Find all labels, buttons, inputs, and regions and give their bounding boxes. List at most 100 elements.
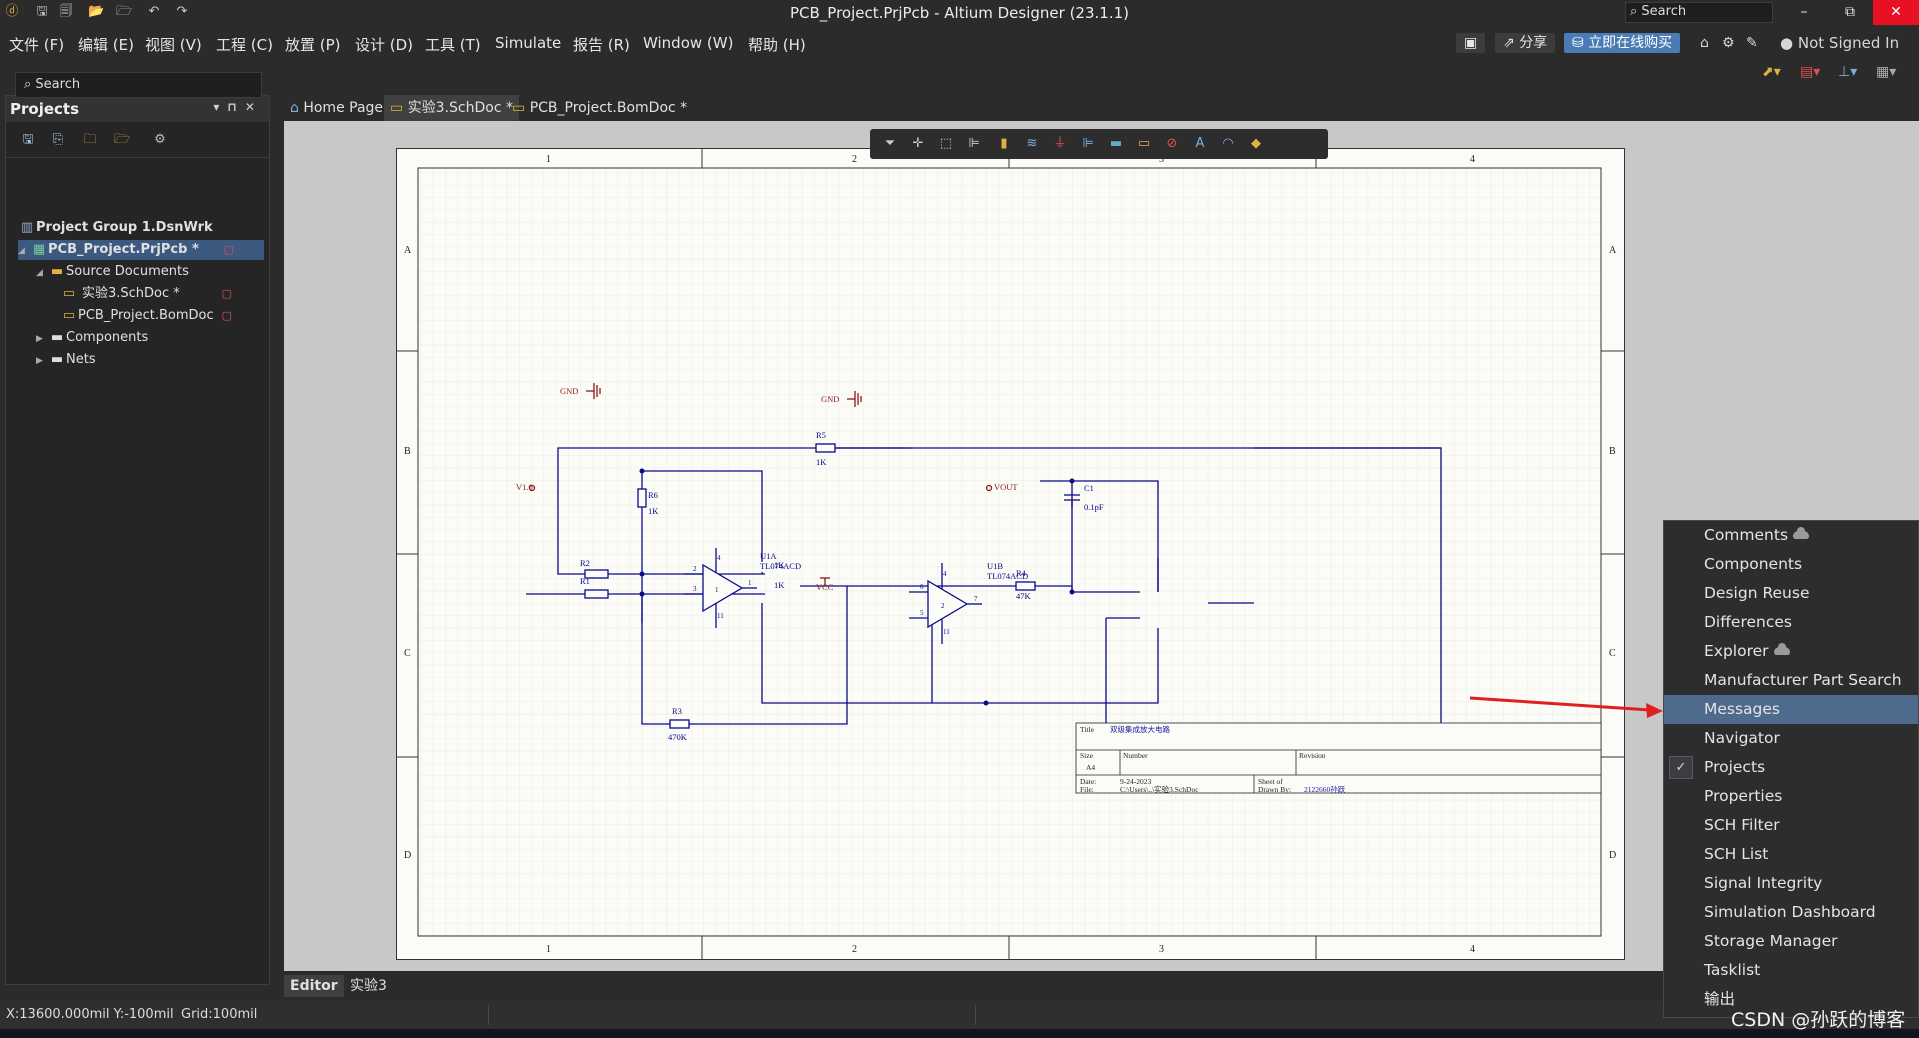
align-tool-icon[interactable]: ⊥▾ [1838, 64, 1857, 80]
user-account-button[interactable]: ● Not Signed In [1780, 34, 1899, 52]
search-placeholder: Search [1641, 4, 1687, 19]
part-value: 470K [668, 732, 688, 742]
row-label: D [1609, 850, 1616, 861]
wrench-icon[interactable]: ✎ [1746, 35, 1758, 51]
part-icon[interactable]: ▮ [994, 135, 1014, 153]
svg-text:1: 1 [715, 586, 719, 594]
save-project-icon[interactable]: 🖫 [20, 132, 36, 148]
port-icon[interactable]: ▭ [1134, 135, 1154, 153]
panel-controls[interactable]: ▾⊓✕ [213, 100, 263, 114]
menu-place[interactable]: 放置 (P) [285, 34, 341, 55]
open-folder-icon[interactable]: 🗀 [82, 132, 98, 148]
minimize-button[interactable]: – [1781, 0, 1827, 25]
sheet-symbol-icon[interactable]: ▬ [1106, 135, 1126, 153]
comment-button[interactable]: ▣ [1456, 33, 1486, 53]
schematic-drawing[interactable]: 1 2 3 4 1 2 3 4 A B C D A B C D R5 1K R6… [396, 148, 1625, 960]
tree-label: 实验3.SchDoc * [82, 286, 180, 301]
tree-item-components[interactable]: ▶ ▬ Components [36, 328, 286, 348]
menu-item-sch-filter[interactable]: SCH Filter [1664, 811, 1918, 840]
move-icon[interactable]: ✛ [908, 135, 928, 153]
grid-size: Grid:100mil [181, 1007, 258, 1022]
tree-item-source-documents[interactable]: ◢ ▬ Source Documents [36, 262, 286, 282]
harness-icon[interactable]: ◆ [1246, 135, 1266, 153]
tab-home-page[interactable]: ⌂ Home Page [284, 95, 389, 121]
copy-icon[interactable]: ⎘ [50, 132, 66, 148]
menu-tools[interactable]: 工具 (T) [425, 34, 481, 55]
gear-icon[interactable]: ⚙ [1722, 35, 1735, 51]
global-search-input[interactable]: ⌕ Search [1625, 2, 1773, 23]
restore-button[interactable]: ⧉ [1827, 0, 1873, 25]
menu-item-sch-list[interactable]: SCH List [1664, 840, 1918, 869]
add-folder-icon[interactable]: 🗁 [114, 132, 130, 148]
no-erc-icon[interactable]: ⊘ [1162, 135, 1182, 153]
panels-menu: Comments Components Design Reuse Differe… [1663, 520, 1919, 1018]
menu-item-messages[interactable]: Messages [1664, 695, 1918, 724]
menu-item-simulation-dashboard[interactable]: Simulation Dashboard [1664, 898, 1918, 927]
filter-icon[interactable]: ⏷ [880, 135, 900, 153]
tree-item-bomdoc[interactable]: ▭ PCB_Project.BomDoc ▢ [60, 306, 264, 326]
menu-window[interactable]: Window (W) [643, 34, 733, 52]
menu-item-manufacturer-part-search[interactable]: Manufacturer Part Search [1664, 666, 1918, 695]
bus-icon[interactable]: ⊫ [1078, 135, 1098, 153]
menu-reports[interactable]: 报告 (R) [573, 34, 630, 55]
tab-sheet[interactable]: 实验3 [344, 975, 393, 997]
share-label: 分享 [1519, 35, 1548, 51]
expand-arrow-icon[interactable]: ▶ [36, 351, 48, 371]
tree-label: Project Group 1.DsnWrk [36, 220, 213, 235]
chart-tool-icon[interactable]: ⬈▾ [1762, 64, 1781, 80]
menu-bar: 文件 (F) 编辑 (E) 视图 (V) 工程 (C) 放置 (P) 设计 (D… [0, 26, 1919, 80]
menu-project[interactable]: 工程 (C) [216, 34, 273, 55]
menu-design[interactable]: 设计 (D) [355, 34, 413, 55]
menu-view[interactable]: 视图 (V) [145, 34, 202, 55]
menu-file[interactable]: 文件 (F) [9, 34, 64, 55]
select-icon[interactable]: ⬚ [936, 135, 956, 153]
share-button[interactable]: ⇗ 分享 [1495, 33, 1556, 53]
menu-item-navigator[interactable]: Navigator [1664, 724, 1918, 753]
tab-label: PCB_Project.BomDoc * [529, 100, 688, 116]
grid-tool-icon[interactable]: ▦▾ [1876, 64, 1896, 80]
schematic-doc-icon: ▭ [62, 286, 76, 301]
menu-help[interactable]: 帮助 (H) [748, 34, 806, 55]
projects-search-input[interactable]: ⌕ Search [15, 72, 262, 98]
menu-item-design-reuse[interactable]: Design Reuse [1664, 579, 1918, 608]
menu-item-tasklist[interactable]: Tasklist [1664, 956, 1918, 985]
menu-simulate[interactable]: Simulate [495, 34, 561, 52]
row-label: B [1609, 446, 1616, 457]
expand-arrow-icon[interactable]: ▶ [36, 329, 48, 349]
tree-item-nets[interactable]: ▶ ▬ Nets [36, 350, 286, 370]
menu-item-explorer[interactable]: Explorer [1664, 637, 1918, 666]
tree-item-pcb-project[interactable]: ◢ ▦ PCB_Project.PrjPcb * ▢ [18, 240, 264, 260]
gnd-label: GND [821, 394, 839, 404]
menu-item-components[interactable]: Components [1664, 550, 1918, 579]
tree-item-schdoc[interactable]: ▭ 实验3.SchDoc * ▢ [60, 284, 264, 304]
tab-bomdoc[interactable]: ▭ PCB_Project.BomDoc * [506, 95, 693, 121]
menu-item-signal-integrity[interactable]: Signal Integrity [1664, 869, 1918, 898]
menu-item-differences[interactable]: Differences [1664, 608, 1918, 637]
menu-item-projects[interactable]: ✓ Projects [1664, 753, 1918, 782]
search-icon: ⌕ [1630, 4, 1638, 19]
menu-item-storage-manager[interactable]: Storage Manager [1664, 927, 1918, 956]
row-label: C [404, 648, 411, 659]
settings-icon[interactable]: ⚙ [152, 132, 168, 148]
pcb-project-icon: ▦ [32, 242, 46, 257]
buy-online-button[interactable]: ⛁ 立即在线购买 [1564, 33, 1681, 53]
menu-edit[interactable]: 编辑 (E) [78, 34, 134, 55]
tree-item-project-group[interactable]: ▥ Project Group 1.DsnWrk [18, 218, 268, 238]
part-ref: C1 [1084, 483, 1094, 493]
layer-tool-icon[interactable]: ▤▾ [1800, 64, 1820, 80]
collapse-arrow-icon[interactable]: ◢ [18, 241, 30, 261]
menu-item-comments[interactable]: Comments [1664, 521, 1918, 550]
arc-icon[interactable]: ◠ [1218, 135, 1238, 153]
gnd-icon[interactable]: ⏚ [1050, 135, 1070, 153]
wire-icon[interactable]: ≋ [1022, 135, 1042, 153]
close-button[interactable]: ✕ [1873, 0, 1919, 25]
tab-schdoc[interactable]: ▭ 实验3.SchDoc * [384, 95, 519, 121]
collapse-arrow-icon[interactable]: ◢ [36, 263, 48, 283]
part-ref: R2 [580, 558, 590, 568]
home-icon[interactable]: ⌂ [1700, 35, 1709, 51]
annotation-arrow [1469, 696, 1663, 718]
tab-editor[interactable]: Editor [284, 975, 344, 997]
menu-item-properties[interactable]: Properties [1664, 782, 1918, 811]
align-icon[interactable]: ⊫ [964, 135, 984, 153]
text-icon[interactable]: A [1190, 135, 1210, 153]
